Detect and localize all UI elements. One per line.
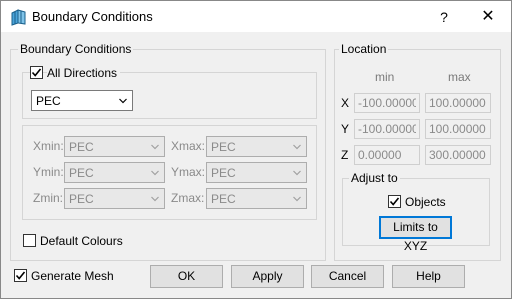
window-title: Boundary Conditions bbox=[32, 9, 153, 24]
chevron-down-icon bbox=[151, 170, 159, 176]
cancel-button[interactable]: Cancel bbox=[311, 265, 384, 288]
xmin-combo[interactable]: PEC bbox=[64, 136, 165, 157]
max-header: max bbox=[448, 70, 471, 84]
dialog-window: Boundary Conditions ? ✕ Boundary Conditi… bbox=[0, 0, 512, 299]
zmax-combo[interactable]: PEC bbox=[206, 188, 307, 209]
all-directions-checkbox[interactable] bbox=[30, 66, 43, 79]
title-bar[interactable]: Boundary Conditions ? ✕ bbox=[1, 1, 511, 32]
chevron-down-icon bbox=[293, 170, 301, 176]
y-max-field[interactable] bbox=[425, 119, 491, 139]
all-directions-combo-value: PEC bbox=[36, 94, 61, 108]
chevron-down-icon bbox=[151, 196, 159, 202]
generate-mesh-label[interactable]: Generate Mesh bbox=[31, 269, 114, 283]
zmin-combo[interactable]: PEC bbox=[64, 188, 165, 209]
chevron-down-icon bbox=[293, 196, 301, 202]
close-button[interactable]: ✕ bbox=[473, 5, 503, 29]
all-directions-combo[interactable]: PEC bbox=[31, 90, 133, 111]
app-icon bbox=[10, 8, 28, 26]
location-group-label: Location bbox=[339, 42, 389, 56]
chevron-down-icon bbox=[293, 144, 301, 150]
x-max-field[interactable] bbox=[425, 93, 491, 113]
default-colours-checkbox[interactable] bbox=[23, 234, 36, 247]
generate-mesh-checkbox[interactable] bbox=[14, 269, 27, 282]
chevron-down-icon bbox=[119, 98, 127, 104]
objects-label[interactable]: Objects bbox=[405, 195, 446, 209]
limits-to-xyz-button[interactable]: Limits to XYZ bbox=[379, 216, 452, 253]
ymax-label: Ymax: bbox=[171, 165, 206, 179]
zmin-label: Zmin: bbox=[33, 191, 63, 205]
xmin-label: Xmin: bbox=[33, 139, 64, 153]
ok-button[interactable]: OK bbox=[150, 265, 223, 288]
adjust-to-label: Adjust to bbox=[349, 171, 400, 185]
min-header: min bbox=[375, 70, 395, 84]
all-directions-label[interactable]: All Directions bbox=[47, 66, 121, 80]
ymax-combo[interactable]: PEC bbox=[206, 162, 307, 183]
z-min-field[interactable] bbox=[354, 145, 420, 165]
y-min-field[interactable] bbox=[354, 119, 420, 139]
z-axis-label: Z bbox=[341, 148, 349, 162]
y-axis-label: Y bbox=[341, 122, 350, 136]
apply-button[interactable]: Apply bbox=[231, 265, 304, 288]
zmax-label: Zmax: bbox=[171, 191, 205, 205]
ymin-label: Ymin: bbox=[33, 165, 64, 179]
default-colours-label[interactable]: Default Colours bbox=[40, 234, 123, 248]
help-button[interactable]: Help bbox=[392, 265, 465, 288]
boundary-conditions-group-label: Boundary Conditions bbox=[18, 42, 134, 56]
xmax-combo[interactable]: PEC bbox=[206, 136, 307, 157]
title-help-button[interactable]: ? bbox=[431, 5, 457, 29]
x-min-field[interactable] bbox=[354, 93, 420, 113]
x-axis-label: X bbox=[341, 96, 350, 110]
objects-checkbox[interactable] bbox=[388, 195, 401, 208]
z-max-field[interactable] bbox=[425, 145, 491, 165]
ymin-combo[interactable]: PEC bbox=[64, 162, 165, 183]
chevron-down-icon bbox=[151, 144, 159, 150]
xmax-label: Xmax: bbox=[171, 139, 206, 153]
